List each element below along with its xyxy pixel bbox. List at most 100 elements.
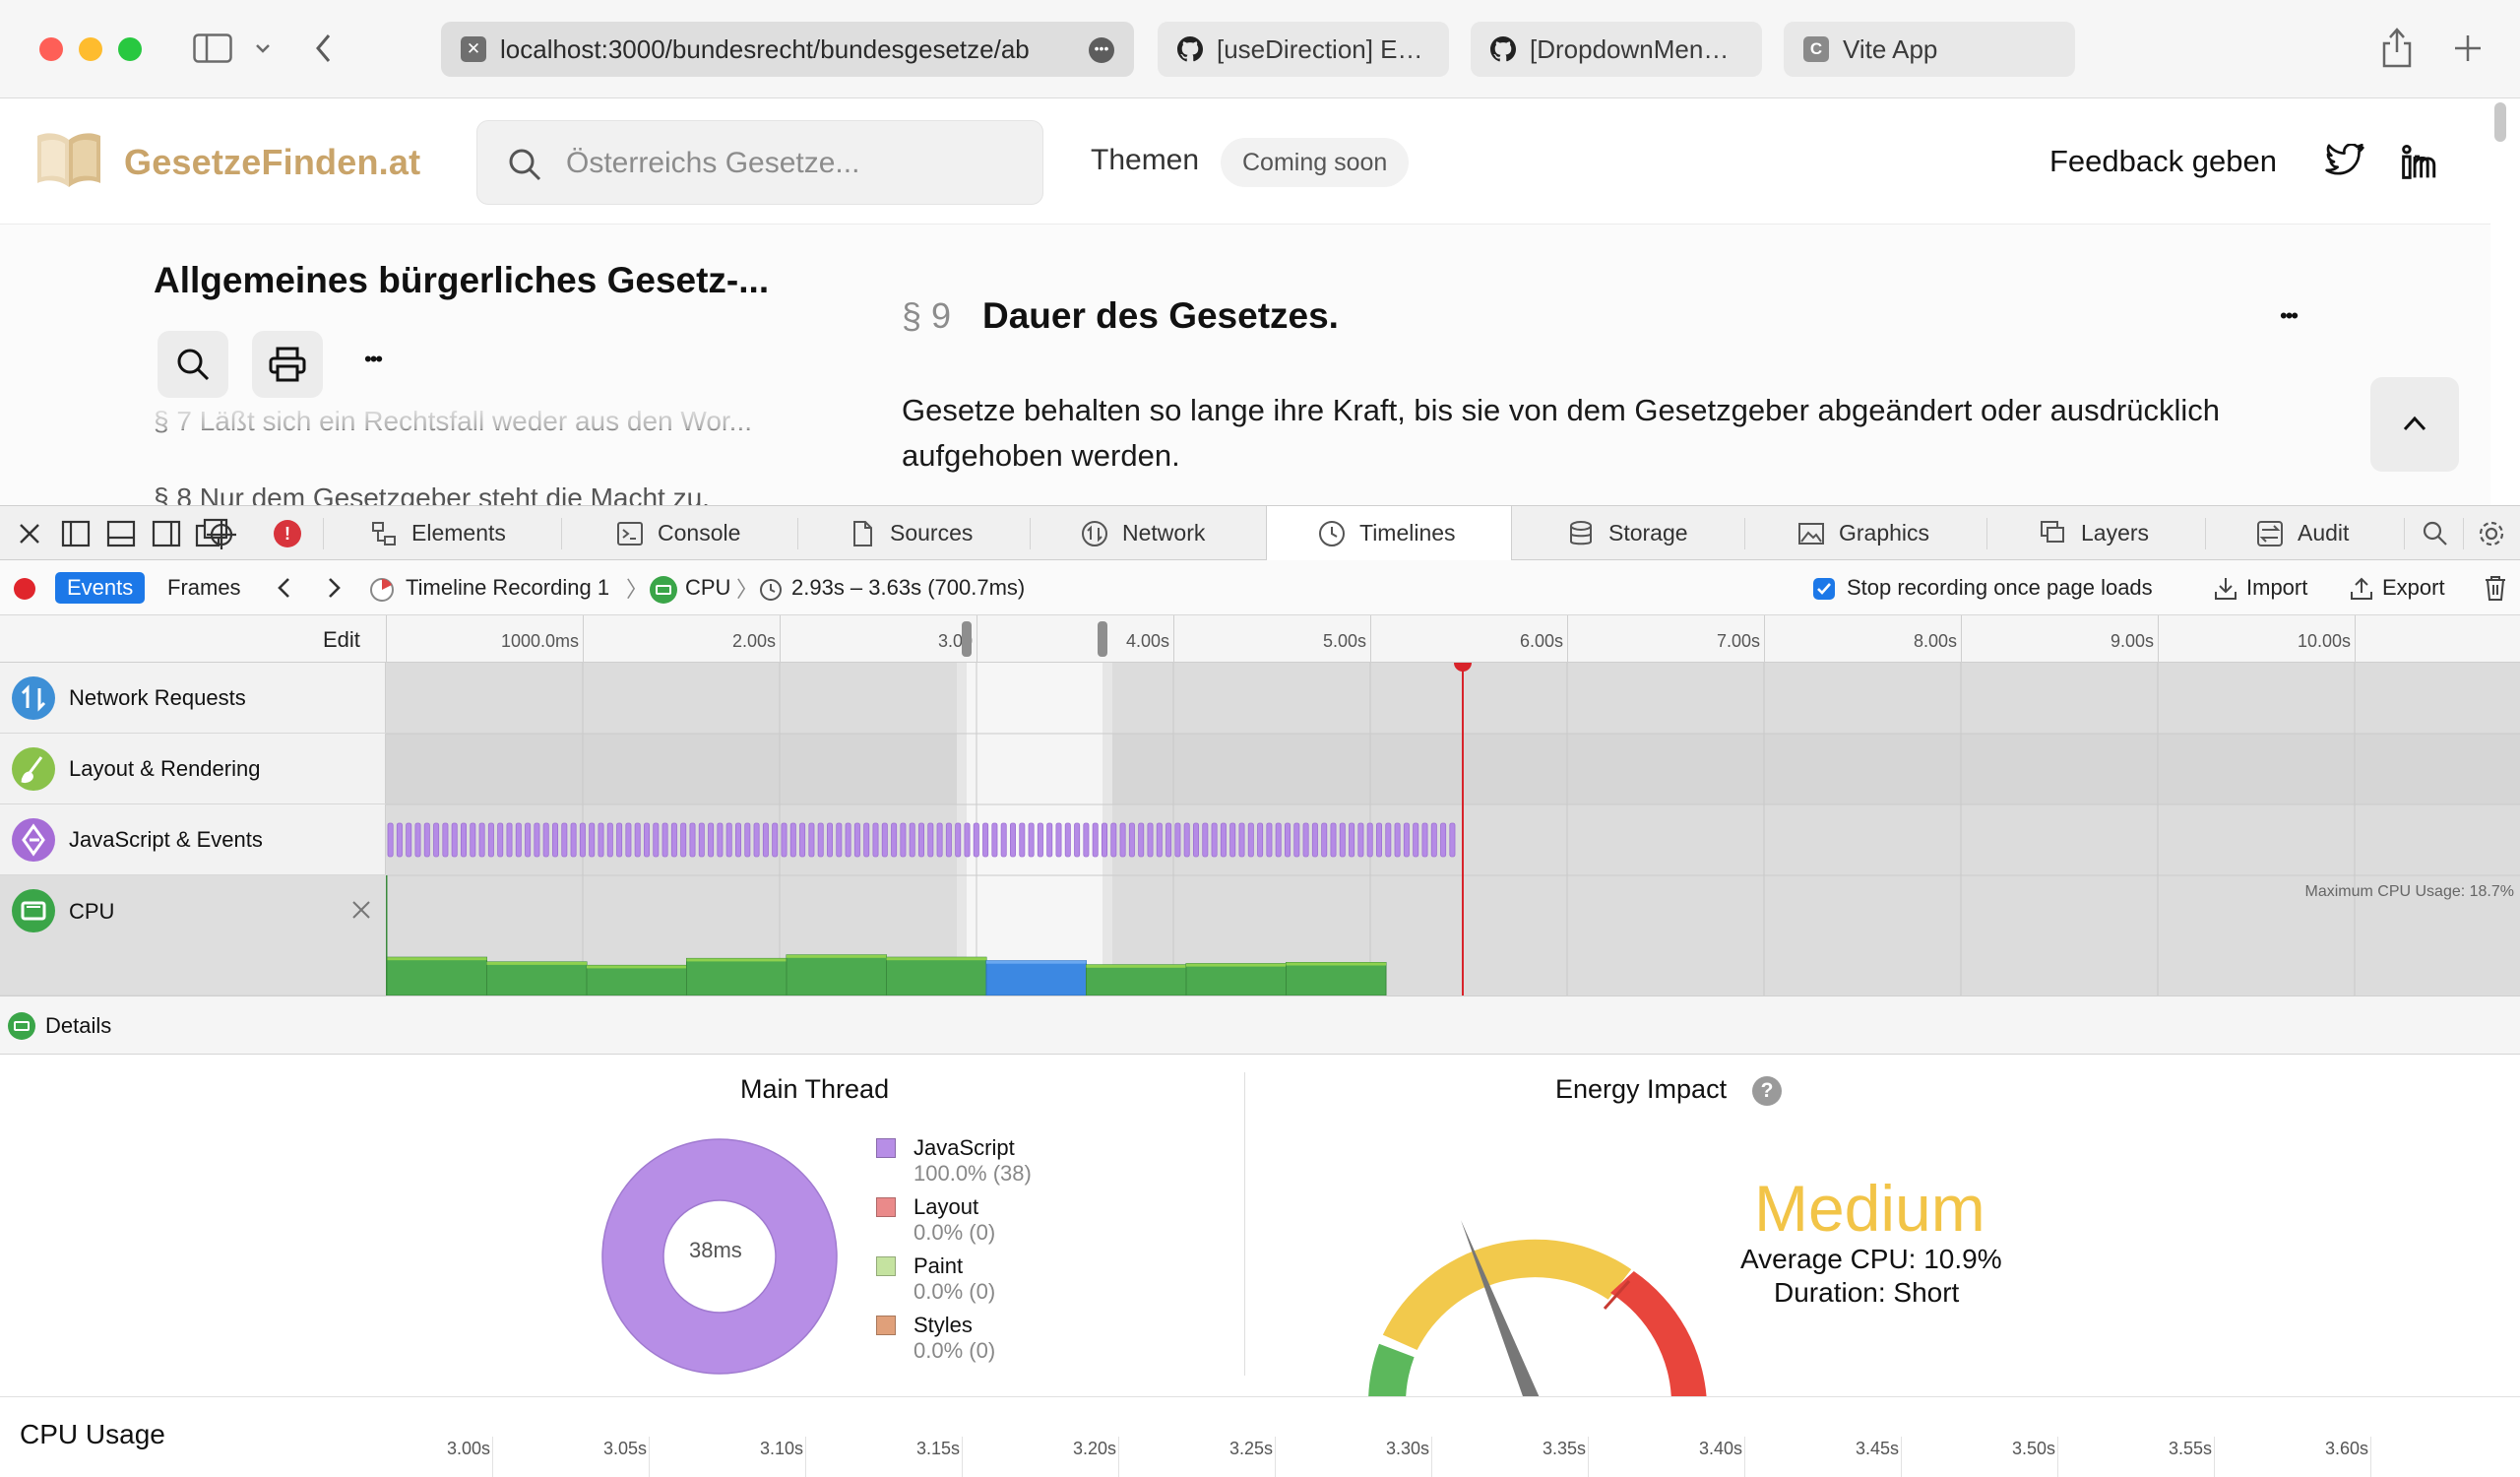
print-button[interactable] xyxy=(252,331,323,398)
track-label: Network Requests xyxy=(69,684,246,710)
js-event-mark xyxy=(799,822,806,858)
track-network-requests[interactable]: Network Requests xyxy=(0,663,386,734)
section-more-button[interactable]: ••• xyxy=(2280,303,2299,329)
ruler-tick-label: 11.0 xyxy=(2404,631,2520,652)
js-event-mark xyxy=(762,822,769,858)
track-layout-rendering[interactable]: Layout & Rendering xyxy=(0,734,386,804)
trash-icon[interactable] xyxy=(2483,574,2508,602)
github-icon xyxy=(1490,36,1516,62)
ruler-tick-label: 1000.0ms xyxy=(500,631,579,651)
export-button[interactable]: Export xyxy=(2382,560,2445,615)
js-event-mark xyxy=(789,822,796,858)
cpu-usage-gridline xyxy=(962,1437,963,1477)
tab-use-direction[interactable]: [useDirection] Ea... xyxy=(1158,22,1449,77)
gear-icon[interactable] xyxy=(2477,519,2506,548)
dock-left-icon[interactable] xyxy=(61,520,91,547)
js-event-mark xyxy=(653,822,660,858)
js-event-mark xyxy=(1166,822,1172,858)
tab-console[interactable]: Console xyxy=(616,506,740,560)
track-javascript-events[interactable]: JavaScript & Events xyxy=(0,804,386,875)
close-icon[interactable] xyxy=(350,899,372,921)
scroll-top-button[interactable] xyxy=(2370,377,2459,472)
js-event-mark xyxy=(1440,822,1447,858)
cpu-bar-top xyxy=(1186,963,1287,967)
close-window-button[interactable] xyxy=(39,37,63,61)
js-event-mark xyxy=(689,822,696,858)
stop-recording-label[interactable]: Stop recording once page loads xyxy=(1847,560,2153,615)
toc-fade xyxy=(148,400,837,429)
chevron-right-icon[interactable] xyxy=(325,576,343,600)
dock-right-icon[interactable] xyxy=(152,520,181,547)
more-options-button[interactable]: ••• xyxy=(364,347,383,372)
js-event-mark xyxy=(670,822,677,858)
tab-localhost[interactable]: ✕ localhost:3000/bundesrecht/bundesgeset… xyxy=(441,22,1134,77)
chevron-down-icon[interactable] xyxy=(254,41,272,55)
sidebar-icon[interactable] xyxy=(193,33,232,63)
zoom-window-button[interactable] xyxy=(118,37,142,61)
close-inspector-icon[interactable] xyxy=(18,522,41,546)
selection-handle[interactable] xyxy=(962,621,972,657)
page-scrollbar[interactable] xyxy=(2494,102,2506,142)
track-label: CPU xyxy=(69,899,115,924)
js-event-mark xyxy=(451,822,458,858)
timeline-graph[interactable]: Maximum CPU Usage: 18.7% xyxy=(386,663,2520,995)
chevron-left-icon[interactable] xyxy=(276,576,293,600)
tab-graphics[interactable]: Graphics xyxy=(1797,506,1929,560)
js-event-mark xyxy=(1028,822,1035,858)
search-input[interactable]: Österreichs Gesetze... xyxy=(476,120,1043,205)
events-toggle[interactable]: Events xyxy=(55,572,146,604)
help-icon[interactable]: ? xyxy=(1752,1076,1782,1106)
js-event-mark xyxy=(1275,822,1282,858)
error-badge-icon[interactable]: ! xyxy=(274,520,301,547)
reticle-icon[interactable] xyxy=(205,519,238,550)
toc-item[interactable]: § 8 Nur dem Gesetzgeber steht die Macht … xyxy=(154,482,710,505)
timeline-ruler[interactable]: Edit 1000.0ms 2.00s 3.00 4.00s 5.00s 6.00s 7.0… xyxy=(0,615,2520,663)
minimize-window-button[interactable] xyxy=(79,37,102,61)
js-event-mark xyxy=(845,822,851,858)
share-icon[interactable] xyxy=(2380,26,2414,69)
js-event-mark xyxy=(1394,822,1401,858)
tab-close-icon[interactable]: ✕ xyxy=(461,36,486,62)
tab-elements[interactable]: Elements xyxy=(370,506,506,560)
tab-storage[interactable]: Storage xyxy=(1567,506,1688,560)
record-button[interactable] xyxy=(14,578,35,600)
tab-sources[interactable]: Sources xyxy=(849,506,973,560)
cpu-usage-tick: 3.55s xyxy=(2168,1439,2212,1458)
linkedin-icon[interactable] xyxy=(2400,144,2439,179)
tab-dropdown-menu[interactable]: [DropdownMenu]... xyxy=(1471,22,1762,77)
more-icon[interactable]: ••• xyxy=(1089,37,1114,63)
js-event-mark xyxy=(534,822,540,858)
ruler-gridline xyxy=(2355,615,2356,663)
cpu-icon xyxy=(8,1012,35,1040)
back-icon[interactable] xyxy=(313,32,335,65)
tab-timelines[interactable]: Timelines xyxy=(1266,506,1512,560)
frames-toggle[interactable]: Frames xyxy=(167,560,241,615)
search-icon[interactable] xyxy=(2422,520,2449,547)
tab-vite-app[interactable]: C Vite App xyxy=(1784,22,2075,77)
printer-icon xyxy=(269,347,306,382)
dock-bottom-icon[interactable] xyxy=(106,520,136,547)
cpu-bar-top xyxy=(986,960,1087,964)
site-logo[interactable]: GesetzeFinden.at xyxy=(124,142,420,183)
tab-label: Sources xyxy=(890,520,974,546)
stop-recording-checkbox[interactable] xyxy=(1813,578,1835,600)
track-cpu[interactable]: CPU xyxy=(0,875,386,995)
edit-button[interactable]: Edit xyxy=(323,627,360,653)
new-tab-icon[interactable] xyxy=(2453,33,2483,63)
breadcrumb-cpu[interactable]: CPU xyxy=(685,560,730,615)
ruler-tick-label: 7.00s xyxy=(1716,631,1760,651)
breadcrumb-separator: 〉 xyxy=(626,577,649,602)
breadcrumb-range[interactable]: 2.93s – 3.63s (700.7ms) xyxy=(791,560,1025,615)
selection-handle[interactable] xyxy=(1098,621,1107,657)
nav-themen[interactable]: Themen xyxy=(1091,144,1199,177)
tab-label: Network xyxy=(1122,520,1206,546)
legend-name: JavaScript xyxy=(914,1135,1015,1160)
import-button[interactable]: Import xyxy=(2246,560,2307,615)
tab-audit[interactable]: Audit xyxy=(2256,506,2349,560)
feedback-link[interactable]: Feedback geben xyxy=(2049,144,2277,179)
tab-network[interactable]: Network xyxy=(1081,506,1205,560)
twitter-icon[interactable] xyxy=(2325,144,2364,177)
tab-layers[interactable]: Layers xyxy=(2040,506,2149,560)
search-button[interactable] xyxy=(158,331,228,398)
breadcrumb-recording[interactable]: Timeline Recording 1 xyxy=(406,560,609,615)
